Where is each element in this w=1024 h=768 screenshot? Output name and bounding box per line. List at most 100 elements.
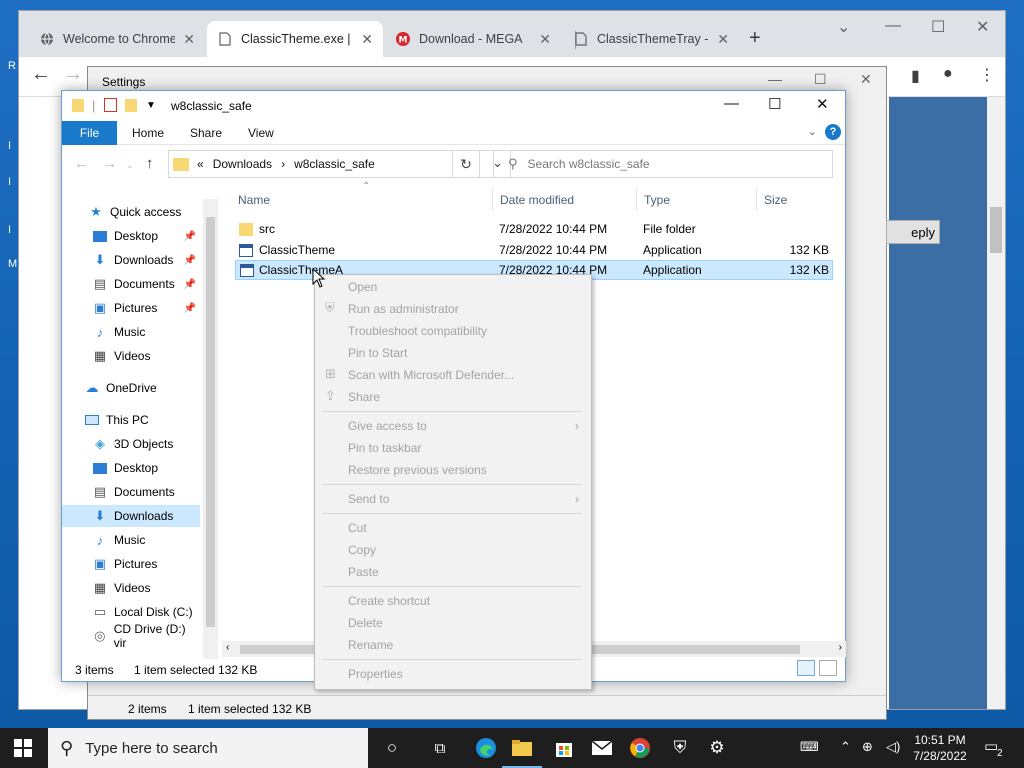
nav-item-3d-objects[interactable]: ◈ 3D Objects bbox=[62, 433, 200, 455]
column-divider[interactable] bbox=[492, 187, 493, 211]
menu-item-run-as-admin[interactable]: Run as administrator bbox=[348, 302, 459, 316]
breadcrumb-downloads[interactable]: Downloads bbox=[213, 157, 272, 171]
maximize-icon[interactable]: ☐ bbox=[931, 17, 945, 37]
column-date[interactable]: Date modified bbox=[500, 193, 574, 207]
scroll-left-icon[interactable]: ‹ bbox=[226, 642, 229, 653]
close-icon[interactable]: ✕ bbox=[860, 71, 872, 88]
forward-arrow-icon[interactable]: → bbox=[102, 155, 117, 172]
edge-icon[interactable] bbox=[474, 736, 498, 760]
nav-item-music[interactable]: ♪ Music bbox=[62, 321, 200, 343]
network-icon[interactable]: ⊕ bbox=[862, 739, 873, 755]
back-arrow-icon[interactable]: ← bbox=[31, 63, 51, 86]
menu-item-restore-versions[interactable]: Restore previous versions bbox=[348, 463, 487, 477]
nav-item-documents[interactable]: ▤ Documents bbox=[62, 481, 200, 503]
back-arrow-icon[interactable]: ← bbox=[74, 155, 89, 172]
nav-item-desktop[interactable]: Desktop 📌 bbox=[62, 225, 200, 247]
profile-icon[interactable]: ● bbox=[943, 65, 953, 83]
tab-mega[interactable]: M Download - MEGA ✕ bbox=[385, 21, 561, 57]
nav-item-pictures[interactable]: ▣ Pictures bbox=[62, 553, 200, 575]
more-menu-icon[interactable]: ⋮ bbox=[979, 65, 995, 85]
new-folder-icon[interactable] bbox=[125, 99, 137, 112]
nav-item-local-disk[interactable]: ▭ Local Disk (C:) bbox=[62, 601, 200, 623]
forward-arrow-icon[interactable]: → bbox=[63, 63, 83, 86]
maximize-icon[interactable]: ☐ bbox=[814, 71, 827, 88]
column-type[interactable]: Type bbox=[644, 193, 670, 207]
security-shield-icon[interactable]: ⛨ bbox=[668, 736, 692, 760]
tab-file[interactable]: File bbox=[62, 121, 117, 145]
nav-item-videos[interactable]: ▦ Videos bbox=[62, 577, 200, 599]
close-icon[interactable]: ✕ bbox=[183, 31, 195, 48]
nav-item-pictures[interactable]: ▣ Pictures 📌 bbox=[62, 297, 200, 319]
menu-item-cut[interactable]: Cut bbox=[348, 521, 367, 535]
menu-item-properties[interactable]: Properties bbox=[348, 667, 403, 681]
new-tab-button[interactable]: + bbox=[749, 27, 761, 50]
sidepanel-icon[interactable]: ▮ bbox=[911, 66, 920, 86]
scrollbar-thumb[interactable] bbox=[206, 217, 215, 627]
chrome-icon[interactable] bbox=[628, 736, 652, 760]
menu-item-give-access[interactable]: Give access to bbox=[348, 419, 427, 433]
large-icons-view-icon[interactable] bbox=[819, 660, 837, 676]
close-icon[interactable]: ✕ bbox=[539, 31, 551, 48]
nav-item-videos[interactable]: ▦ Videos bbox=[62, 345, 200, 367]
menu-item-delete[interactable]: Delete bbox=[348, 616, 383, 630]
scrollbar-thumb[interactable] bbox=[990, 207, 1002, 253]
properties-icon[interactable] bbox=[104, 98, 117, 112]
maximize-icon[interactable]: ☐ bbox=[768, 95, 781, 113]
tab-classictheme[interactable]: ClassicTheme.exe | W ✕ bbox=[207, 21, 383, 57]
file-row[interactable]: ClassicTheme 7/28/2022 10:44 PM Applicat… bbox=[235, 240, 833, 260]
nav-item-quick-access[interactable]: ★ Quick access bbox=[62, 201, 200, 223]
minimize-icon[interactable]: — bbox=[885, 17, 901, 35]
nav-item-music[interactable]: ♪ Music bbox=[62, 529, 200, 551]
help-icon[interactable]: ? bbox=[825, 124, 841, 140]
windows-start-icon[interactable] bbox=[14, 739, 32, 757]
chevron-up-icon[interactable]: ⌃ bbox=[840, 739, 851, 755]
nav-item-downloads[interactable]: ⬇ Downloads bbox=[62, 505, 200, 527]
file-explorer-icon[interactable] bbox=[502, 736, 542, 768]
tab-share[interactable]: Share bbox=[178, 121, 234, 145]
close-icon[interactable]: ✕ bbox=[361, 31, 373, 48]
menu-item-pin-to-taskbar[interactable]: Pin to taskbar bbox=[348, 441, 421, 455]
breadcrumb-overflow[interactable]: « bbox=[197, 157, 204, 171]
menu-item-copy[interactable]: Copy bbox=[348, 543, 376, 557]
tab-welcome[interactable]: Welcome to Chrome ✕ bbox=[29, 21, 205, 57]
refresh-button[interactable]: ↻ bbox=[452, 150, 480, 178]
nav-scrollbar[interactable] bbox=[203, 199, 218, 659]
system-clock[interactable]: 10:51 PM 7/28/2022 bbox=[905, 732, 975, 764]
column-name[interactable]: Name bbox=[238, 193, 270, 207]
scroll-right-icon[interactable]: › bbox=[839, 642, 842, 653]
menu-item-paste[interactable]: Paste bbox=[348, 565, 379, 579]
task-view-icon[interactable]: ⧉ bbox=[428, 736, 452, 760]
column-size[interactable]: Size bbox=[764, 193, 787, 207]
tab-home[interactable]: Home bbox=[120, 121, 176, 145]
keyboard-icon[interactable]: ⌨ bbox=[800, 739, 819, 755]
taskbar-search-input[interactable]: ⚲ Type here to search bbox=[48, 728, 368, 768]
chevron-down-icon[interactable]: ⌄ bbox=[126, 160, 134, 171]
menu-item-open[interactable]: Open bbox=[348, 280, 377, 294]
column-divider[interactable] bbox=[636, 187, 637, 211]
file-row[interactable]: src 7/28/2022 10:44 PM File folder bbox=[235, 219, 833, 239]
minimize-icon[interactable]: — bbox=[768, 71, 782, 87]
close-icon[interactable]: ✕ bbox=[816, 95, 829, 113]
minimize-icon[interactable]: — bbox=[724, 95, 739, 112]
settings-gear-icon[interactable]: ⚙ bbox=[705, 736, 729, 760]
chrome-scrollbar[interactable] bbox=[987, 97, 1005, 709]
volume-icon[interactable]: ◁) bbox=[886, 739, 900, 755]
menu-item-share[interactable]: Share bbox=[348, 390, 380, 404]
up-arrow-icon[interactable]: ↑ bbox=[146, 155, 154, 172]
nav-item-downloads[interactable]: ⬇ Downloads 📌 bbox=[62, 249, 200, 271]
menu-item-troubleshoot[interactable]: Troubleshoot compatibility bbox=[348, 324, 487, 338]
menu-item-send-to[interactable]: Send to bbox=[348, 492, 389, 506]
tab-classicthemetray[interactable]: ClassicThemeTray - g ✕ bbox=[563, 21, 739, 57]
search-input[interactable]: ⚲ Search w8classic_safe bbox=[493, 150, 833, 178]
mail-icon[interactable] bbox=[590, 736, 614, 760]
breadcrumb-current[interactable]: w8classic_safe bbox=[294, 157, 375, 171]
menu-item-create-shortcut[interactable]: Create shortcut bbox=[348, 594, 430, 608]
cortana-icon[interactable]: ○ bbox=[380, 736, 404, 760]
column-divider[interactable] bbox=[756, 187, 757, 211]
nav-item-cd-drive[interactable]: ◎ CD Drive (D:) vir bbox=[62, 622, 200, 650]
details-view-icon[interactable] bbox=[797, 660, 815, 676]
menu-item-scan-defender[interactable]: Scan with Microsoft Defender... bbox=[348, 368, 514, 382]
tab-view[interactable]: View bbox=[236, 121, 286, 145]
reply-button[interactable]: eply bbox=[886, 220, 940, 244]
close-icon[interactable]: ✕ bbox=[976, 17, 989, 37]
